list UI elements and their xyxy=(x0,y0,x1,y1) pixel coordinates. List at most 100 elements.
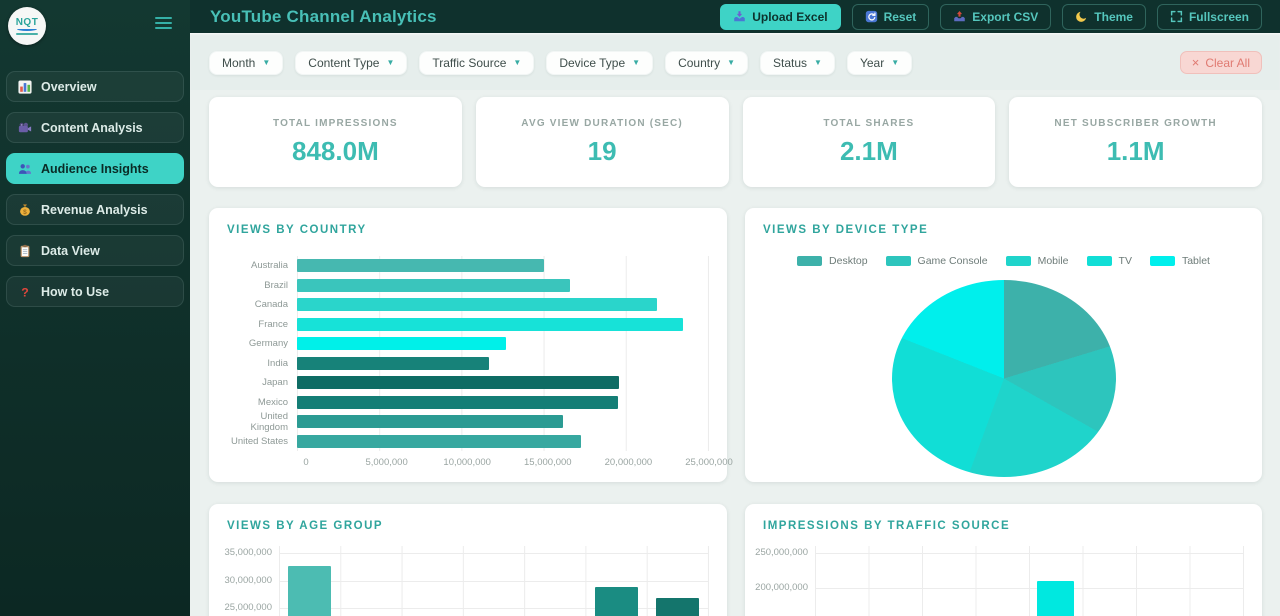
legend-label: TV xyxy=(1119,255,1132,267)
sidebar-item-content-analysis[interactable]: Content Analysis xyxy=(6,112,184,143)
country-label: Australia xyxy=(227,260,297,271)
kpi-value: 19 xyxy=(588,136,617,167)
chevron-down-icon: ▼ xyxy=(891,59,899,67)
legend-swatch xyxy=(797,256,822,266)
sidebar-item-data-view[interactable]: Data View xyxy=(6,235,184,266)
clear-all-button[interactable]: × Clear All xyxy=(1180,51,1262,74)
filter-label: Status xyxy=(773,56,807,70)
pie-wrap xyxy=(763,280,1244,477)
export-csv-button[interactable]: Export CSV xyxy=(940,4,1051,30)
filter-status[interactable]: Status▼ xyxy=(760,51,835,75)
page-title: YouTube Channel Analytics xyxy=(210,7,437,27)
country-row: Canada xyxy=(227,295,709,315)
topbar-actions: Upload Excel Reset Export CSV Theme Fullscre… xyxy=(720,4,1262,30)
sidebar-item-label: Data View xyxy=(41,244,100,258)
theme-button[interactable]: Theme xyxy=(1062,4,1146,30)
svg-text:?: ? xyxy=(21,285,28,299)
people-icon xyxy=(18,162,32,176)
filter-country[interactable]: Country▼ xyxy=(665,51,748,75)
sidebar-item-label: Content Analysis xyxy=(41,121,143,135)
y-axis-tick: 25,000,000 xyxy=(224,602,272,613)
filter-label: Device Type xyxy=(559,56,625,70)
app-root: NQT Overview Content Analysis Audience Ins… xyxy=(0,0,1280,616)
reset-button[interactable]: Reset xyxy=(852,4,930,30)
filter-content-type[interactable]: Content Type▼ xyxy=(295,51,407,75)
sidebar-item-revenue-analysis[interactable]: $Revenue Analysis xyxy=(6,194,184,225)
pie-legend: Desktop Game Console Mobile TV Tablet xyxy=(763,255,1244,267)
filter-year[interactable]: Year▼ xyxy=(847,51,912,75)
bar-track xyxy=(297,412,709,432)
kpi-row: TOTAL IMPRESSIONS848.0MAVG VIEW DURATION… xyxy=(209,97,1262,187)
bar-track xyxy=(297,432,709,452)
question-mark-icon: ? xyxy=(18,285,32,299)
fullscreen-button[interactable]: Fullscreen xyxy=(1157,4,1262,30)
views-by-age-group-chart: VIEWS BY AGE GROUP 35,000,00030,000,0002… xyxy=(209,504,727,616)
legend-item-tablet[interactable]: Tablet xyxy=(1150,255,1210,267)
kpi-label: TOTAL IMPRESSIONS xyxy=(273,118,398,129)
country-row: Germany xyxy=(227,334,709,354)
country-row: France xyxy=(227,315,709,335)
export-icon xyxy=(953,10,966,23)
country-label: India xyxy=(227,358,297,369)
bar-track xyxy=(297,276,709,296)
chart-title: VIEWS BY COUNTRY xyxy=(227,224,709,236)
bar-track xyxy=(297,354,709,374)
filter-month[interactable]: Month▼ xyxy=(209,51,283,75)
legend-swatch xyxy=(1150,256,1175,266)
button-label: Export CSV xyxy=(972,10,1038,24)
sidebar-item-audience-insights[interactable]: Audience Insights xyxy=(6,153,184,184)
y-axis-tick: 250,000,000 xyxy=(755,547,808,558)
country-bar xyxy=(297,337,506,350)
country-label: Canada xyxy=(227,299,297,310)
x-axis-tick: 5,000,000 xyxy=(365,457,407,468)
country-row: Australia xyxy=(227,256,709,276)
filter-device-type[interactable]: Device Type▼ xyxy=(546,51,653,75)
filter-traffic-source[interactable]: Traffic Source▼ xyxy=(419,51,534,75)
x-axis-tick: 10,000,000 xyxy=(443,457,491,468)
upload-excel-button[interactable]: Upload Excel xyxy=(720,4,840,30)
button-label: Theme xyxy=(1094,10,1133,24)
bar-track xyxy=(297,295,709,315)
country-row: India xyxy=(227,354,709,374)
column-bar xyxy=(288,566,331,616)
gridline xyxy=(815,553,1243,554)
bar-track xyxy=(297,334,709,354)
upload-icon xyxy=(733,10,746,23)
sidebar-item-overview[interactable]: Overview xyxy=(6,71,184,102)
legend-item-tv[interactable]: TV xyxy=(1087,255,1132,267)
sidebar-item-label: Audience Insights xyxy=(41,162,149,176)
country-label: United Kingdom xyxy=(227,411,297,433)
country-label: United States xyxy=(227,436,297,447)
bar-chart-icon xyxy=(18,80,32,94)
movie-camera-icon xyxy=(18,121,32,135)
chevron-down-icon: ▼ xyxy=(513,59,521,67)
legend-swatch xyxy=(1087,256,1112,266)
main-area: YouTube Channel Analytics Upload Excel Re… xyxy=(190,0,1280,616)
chevron-down-icon: ▼ xyxy=(386,59,394,67)
bar-track xyxy=(297,393,709,413)
device-type-pie xyxy=(892,280,1116,477)
country-label: Mexico xyxy=(227,397,297,408)
gridline xyxy=(279,581,708,582)
kpi-value: 1.1M xyxy=(1107,136,1165,167)
x-axis-tick: 25,000,000 xyxy=(685,457,733,468)
x-axis: 05,000,00010,000,00015,000,00020,000,000… xyxy=(306,457,709,471)
legend-item-mobile[interactable]: Mobile xyxy=(1006,255,1069,267)
country-row: United States xyxy=(227,432,709,452)
sidebar-item-how-to-use[interactable]: ?How to Use xyxy=(6,276,184,307)
hamburger-menu-icon[interactable] xyxy=(155,17,172,29)
button-label: Reset xyxy=(884,10,917,24)
country-bar xyxy=(297,376,619,389)
legend-item-game-console[interactable]: Game Console xyxy=(886,255,988,267)
gridline xyxy=(815,588,1243,589)
chart-title: VIEWS BY DEVICE TYPE xyxy=(763,224,1244,236)
logo: NQT xyxy=(8,7,46,45)
legend-item-desktop[interactable]: Desktop xyxy=(797,255,868,267)
kpi-card-total-impressions: TOTAL IMPRESSIONS848.0M xyxy=(209,97,462,187)
x-axis-tick: 15,000,000 xyxy=(524,457,572,468)
traffic-source-columns: 250,000,000200,000,000 xyxy=(763,546,1244,616)
x-axis-tick: 20,000,000 xyxy=(605,457,653,468)
gridline xyxy=(279,608,708,609)
sidebar: NQT Overview Content Analysis Audience Ins… xyxy=(0,0,190,616)
country-bar xyxy=(297,435,581,448)
